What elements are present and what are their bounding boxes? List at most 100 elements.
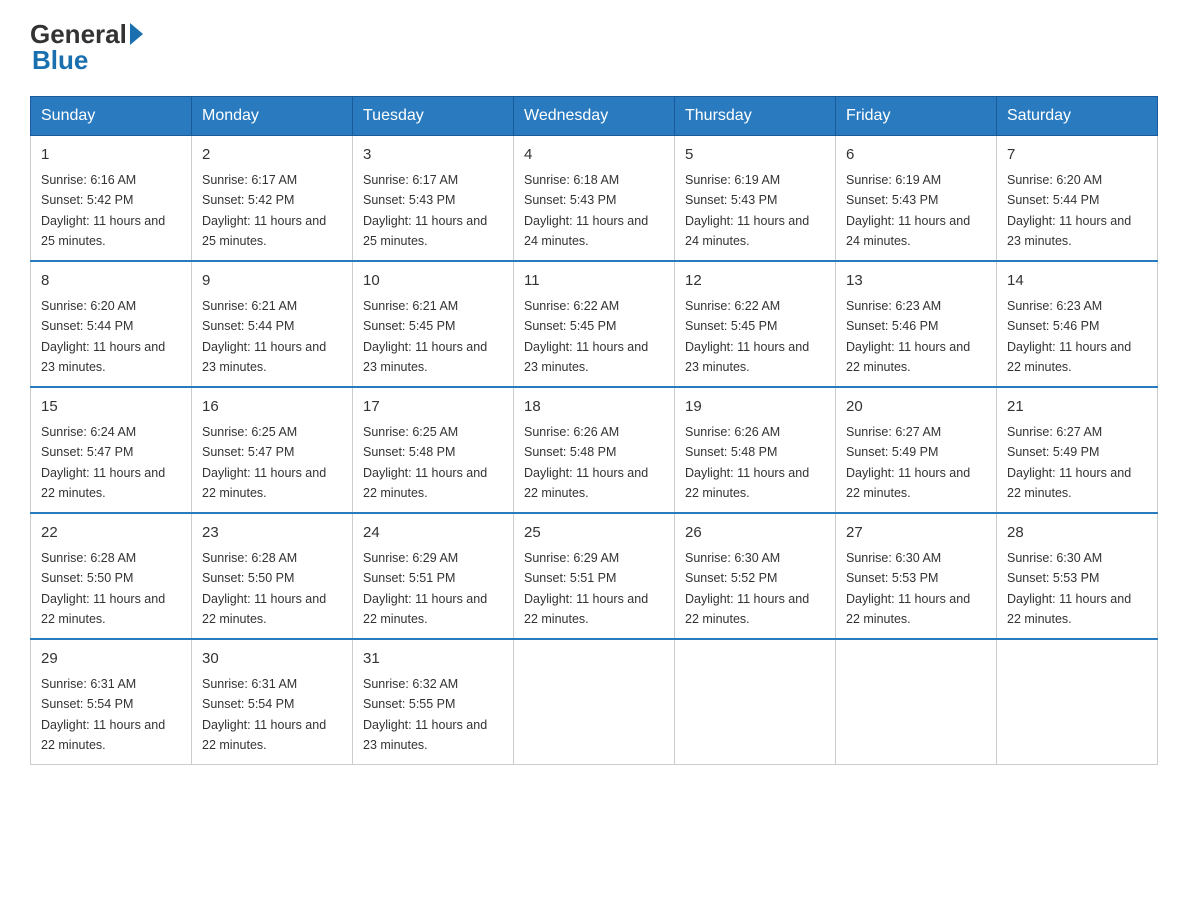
day-number: 2 xyxy=(202,144,342,167)
day-info: Sunrise: 6:32 AMSunset: 5:55 PMDaylight:… xyxy=(363,677,487,752)
day-info: Sunrise: 6:21 AMSunset: 5:45 PMDaylight:… xyxy=(363,299,487,374)
calendar-cell: 30 Sunrise: 6:31 AMSunset: 5:54 PMDaylig… xyxy=(192,639,353,765)
calendar-cell: 9 Sunrise: 6:21 AMSunset: 5:44 PMDayligh… xyxy=(192,261,353,387)
weekday-header-tuesday: Tuesday xyxy=(353,96,514,135)
day-number: 29 xyxy=(41,648,181,671)
calendar-cell: 16 Sunrise: 6:25 AMSunset: 5:47 PMDaylig… xyxy=(192,387,353,513)
day-info: Sunrise: 6:31 AMSunset: 5:54 PMDaylight:… xyxy=(202,677,326,752)
logo-blue-text: Blue xyxy=(30,45,88,76)
weekday-header-sunday: Sunday xyxy=(31,96,192,135)
day-info: Sunrise: 6:22 AMSunset: 5:45 PMDaylight:… xyxy=(685,299,809,374)
day-number: 8 xyxy=(41,270,181,293)
day-number: 3 xyxy=(363,144,503,167)
day-info: Sunrise: 6:22 AMSunset: 5:45 PMDaylight:… xyxy=(524,299,648,374)
day-number: 11 xyxy=(524,270,664,293)
weekday-header-saturday: Saturday xyxy=(997,96,1158,135)
day-info: Sunrise: 6:27 AMSunset: 5:49 PMDaylight:… xyxy=(846,425,970,500)
day-info: Sunrise: 6:26 AMSunset: 5:48 PMDaylight:… xyxy=(685,425,809,500)
calendar-cell xyxy=(675,639,836,765)
day-info: Sunrise: 6:29 AMSunset: 5:51 PMDaylight:… xyxy=(524,551,648,626)
calendar-cell: 14 Sunrise: 6:23 AMSunset: 5:46 PMDaylig… xyxy=(997,261,1158,387)
weekday-header-thursday: Thursday xyxy=(675,96,836,135)
day-number: 28 xyxy=(1007,522,1147,545)
day-number: 21 xyxy=(1007,396,1147,419)
day-number: 10 xyxy=(363,270,503,293)
week-row-4: 22 Sunrise: 6:28 AMSunset: 5:50 PMDaylig… xyxy=(31,513,1158,639)
calendar-header-row: SundayMondayTuesdayWednesdayThursdayFrid… xyxy=(31,96,1158,135)
calendar-cell: 7 Sunrise: 6:20 AMSunset: 5:44 PMDayligh… xyxy=(997,135,1158,261)
day-number: 31 xyxy=(363,648,503,671)
logo-arrow-icon xyxy=(130,23,143,45)
day-number: 26 xyxy=(685,522,825,545)
calendar-cell: 26 Sunrise: 6:30 AMSunset: 5:52 PMDaylig… xyxy=(675,513,836,639)
week-row-3: 15 Sunrise: 6:24 AMSunset: 5:47 PMDaylig… xyxy=(31,387,1158,513)
calendar-cell: 15 Sunrise: 6:24 AMSunset: 5:47 PMDaylig… xyxy=(31,387,192,513)
calendar-cell: 8 Sunrise: 6:20 AMSunset: 5:44 PMDayligh… xyxy=(31,261,192,387)
day-number: 19 xyxy=(685,396,825,419)
day-number: 7 xyxy=(1007,144,1147,167)
calendar-cell xyxy=(836,639,997,765)
day-info: Sunrise: 6:25 AMSunset: 5:48 PMDaylight:… xyxy=(363,425,487,500)
calendar-cell: 4 Sunrise: 6:18 AMSunset: 5:43 PMDayligh… xyxy=(514,135,675,261)
day-info: Sunrise: 6:27 AMSunset: 5:49 PMDaylight:… xyxy=(1007,425,1131,500)
day-number: 17 xyxy=(363,396,503,419)
calendar-cell: 17 Sunrise: 6:25 AMSunset: 5:48 PMDaylig… xyxy=(353,387,514,513)
weekday-header-wednesday: Wednesday xyxy=(514,96,675,135)
day-number: 5 xyxy=(685,144,825,167)
calendar-cell: 3 Sunrise: 6:17 AMSunset: 5:43 PMDayligh… xyxy=(353,135,514,261)
day-info: Sunrise: 6:26 AMSunset: 5:48 PMDaylight:… xyxy=(524,425,648,500)
day-info: Sunrise: 6:30 AMSunset: 5:52 PMDaylight:… xyxy=(685,551,809,626)
calendar-cell xyxy=(997,639,1158,765)
calendar-cell: 29 Sunrise: 6:31 AMSunset: 5:54 PMDaylig… xyxy=(31,639,192,765)
day-number: 4 xyxy=(524,144,664,167)
calendar-cell: 19 Sunrise: 6:26 AMSunset: 5:48 PMDaylig… xyxy=(675,387,836,513)
week-row-2: 8 Sunrise: 6:20 AMSunset: 5:44 PMDayligh… xyxy=(31,261,1158,387)
day-number: 22 xyxy=(41,522,181,545)
day-number: 15 xyxy=(41,396,181,419)
day-number: 23 xyxy=(202,522,342,545)
logo: General Blue xyxy=(30,20,143,76)
page-header: General Blue xyxy=(30,20,1158,76)
day-info: Sunrise: 6:23 AMSunset: 5:46 PMDaylight:… xyxy=(1007,299,1131,374)
calendar-body: 1 Sunrise: 6:16 AMSunset: 5:42 PMDayligh… xyxy=(31,135,1158,764)
calendar-cell: 11 Sunrise: 6:22 AMSunset: 5:45 PMDaylig… xyxy=(514,261,675,387)
calendar-cell: 25 Sunrise: 6:29 AMSunset: 5:51 PMDaylig… xyxy=(514,513,675,639)
day-info: Sunrise: 6:28 AMSunset: 5:50 PMDaylight:… xyxy=(41,551,165,626)
day-number: 13 xyxy=(846,270,986,293)
day-info: Sunrise: 6:20 AMSunset: 5:44 PMDaylight:… xyxy=(1007,173,1131,248)
calendar-cell: 5 Sunrise: 6:19 AMSunset: 5:43 PMDayligh… xyxy=(675,135,836,261)
calendar-cell: 21 Sunrise: 6:27 AMSunset: 5:49 PMDaylig… xyxy=(997,387,1158,513)
day-number: 14 xyxy=(1007,270,1147,293)
calendar-cell: 31 Sunrise: 6:32 AMSunset: 5:55 PMDaylig… xyxy=(353,639,514,765)
day-number: 16 xyxy=(202,396,342,419)
week-row-1: 1 Sunrise: 6:16 AMSunset: 5:42 PMDayligh… xyxy=(31,135,1158,261)
day-info: Sunrise: 6:17 AMSunset: 5:42 PMDaylight:… xyxy=(202,173,326,248)
calendar-table: SundayMondayTuesdayWednesdayThursdayFrid… xyxy=(30,96,1158,765)
day-info: Sunrise: 6:25 AMSunset: 5:47 PMDaylight:… xyxy=(202,425,326,500)
calendar-cell xyxy=(514,639,675,765)
day-info: Sunrise: 6:31 AMSunset: 5:54 PMDaylight:… xyxy=(41,677,165,752)
calendar-cell: 27 Sunrise: 6:30 AMSunset: 5:53 PMDaylig… xyxy=(836,513,997,639)
day-info: Sunrise: 6:24 AMSunset: 5:47 PMDaylight:… xyxy=(41,425,165,500)
calendar-cell: 28 Sunrise: 6:30 AMSunset: 5:53 PMDaylig… xyxy=(997,513,1158,639)
day-info: Sunrise: 6:28 AMSunset: 5:50 PMDaylight:… xyxy=(202,551,326,626)
calendar-cell: 20 Sunrise: 6:27 AMSunset: 5:49 PMDaylig… xyxy=(836,387,997,513)
weekday-header-monday: Monday xyxy=(192,96,353,135)
day-number: 1 xyxy=(41,144,181,167)
day-info: Sunrise: 6:16 AMSunset: 5:42 PMDaylight:… xyxy=(41,173,165,248)
day-number: 20 xyxy=(846,396,986,419)
day-number: 24 xyxy=(363,522,503,545)
day-info: Sunrise: 6:17 AMSunset: 5:43 PMDaylight:… xyxy=(363,173,487,248)
day-info: Sunrise: 6:23 AMSunset: 5:46 PMDaylight:… xyxy=(846,299,970,374)
calendar-cell: 13 Sunrise: 6:23 AMSunset: 5:46 PMDaylig… xyxy=(836,261,997,387)
day-info: Sunrise: 6:30 AMSunset: 5:53 PMDaylight:… xyxy=(1007,551,1131,626)
day-number: 25 xyxy=(524,522,664,545)
day-number: 27 xyxy=(846,522,986,545)
calendar-cell: 1 Sunrise: 6:16 AMSunset: 5:42 PMDayligh… xyxy=(31,135,192,261)
day-number: 30 xyxy=(202,648,342,671)
day-info: Sunrise: 6:20 AMSunset: 5:44 PMDaylight:… xyxy=(41,299,165,374)
day-info: Sunrise: 6:21 AMSunset: 5:44 PMDaylight:… xyxy=(202,299,326,374)
day-info: Sunrise: 6:18 AMSunset: 5:43 PMDaylight:… xyxy=(524,173,648,248)
day-number: 18 xyxy=(524,396,664,419)
weekday-header-friday: Friday xyxy=(836,96,997,135)
